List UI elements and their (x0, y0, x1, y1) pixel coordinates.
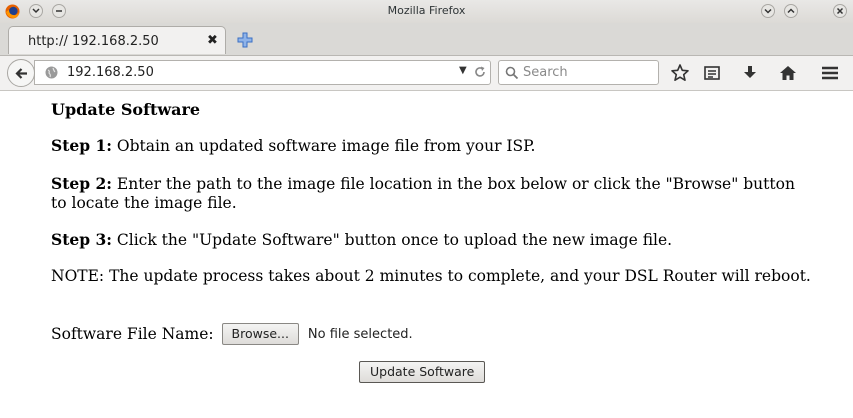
step-1: Step 1: Obtain an updated software image… (51, 136, 811, 156)
maximize-button[interactable] (784, 4, 798, 18)
home-icon (780, 66, 796, 80)
step-2-text: Enter the path to the image file locatio… (51, 175, 795, 212)
plus-icon (237, 32, 253, 48)
globe-icon (45, 66, 58, 79)
chevron-up-icon (787, 8, 795, 14)
close-window-button[interactable] (833, 4, 847, 18)
file-name-label: Software File Name: (51, 325, 214, 343)
search-input[interactable] (523, 64, 648, 81)
home-button[interactable] (778, 63, 798, 83)
download-icon (744, 66, 756, 78)
window-titlebar: Mozilla Firefox (0, 0, 853, 24)
tab-close-icon[interactable]: ✖ (207, 33, 218, 48)
tab-strip: http:// 192.168.2.50 ✖ (0, 23, 853, 56)
new-tab-button[interactable] (236, 31, 254, 49)
downloads-button[interactable] (740, 63, 760, 83)
reading-list-icon (704, 66, 720, 80)
reload-icon[interactable] (473, 65, 487, 79)
file-status-text: No file selected. (307, 326, 413, 342)
update-software-button[interactable]: Update Software (359, 361, 486, 383)
url-dropdown-icon[interactable]: ▼ (459, 65, 467, 76)
step-3: Step 3: Click the "Update Software" butt… (51, 230, 811, 250)
search-icon (505, 66, 519, 80)
browse-button[interactable]: Browse... (221, 323, 299, 345)
star-icon (671, 64, 689, 81)
step-3-label: Step 3: (51, 230, 112, 249)
window-title: Mozilla Firefox (387, 4, 466, 17)
step-2-label: Step 2: (51, 174, 112, 193)
reading-list-button[interactable] (702, 63, 722, 83)
step-2: Step 2: Enter the path to the image file… (51, 174, 811, 213)
search-bar[interactable] (498, 60, 659, 85)
page-title: Update Software (51, 100, 201, 119)
url-text: 192.168.2.50 (67, 65, 154, 80)
menu-icon (822, 66, 838, 80)
tab-active[interactable]: http:// 192.168.2.50 ✖ (8, 26, 226, 54)
url-bar[interactable]: 192.168.2.50 ▼ (34, 60, 491, 85)
tab-label: http:// 192.168.2.50 (28, 34, 159, 49)
minimize-button[interactable] (761, 4, 775, 18)
back-arrow-icon (15, 68, 27, 79)
close-icon (836, 7, 844, 15)
update-note: NOTE: The update process takes about 2 m… (51, 267, 811, 285)
back-button[interactable] (7, 59, 35, 87)
page-content: Update Software Step 1: Obtain an update… (0, 91, 853, 418)
open-menu-button[interactable] (820, 63, 840, 83)
chevron-down-icon (764, 8, 772, 14)
step-3-text: Click the "Update Software" button once … (111, 231, 673, 249)
step-1-label: Step 1: (51, 136, 112, 155)
file-input-row: Software File Name: Browse... No file se… (51, 323, 413, 345)
navigation-toolbar: 192.168.2.50 ▼ (0, 56, 853, 91)
step-1-text: Obtain an updated software image file fr… (111, 137, 536, 155)
bookmark-star-button[interactable] (670, 63, 690, 83)
